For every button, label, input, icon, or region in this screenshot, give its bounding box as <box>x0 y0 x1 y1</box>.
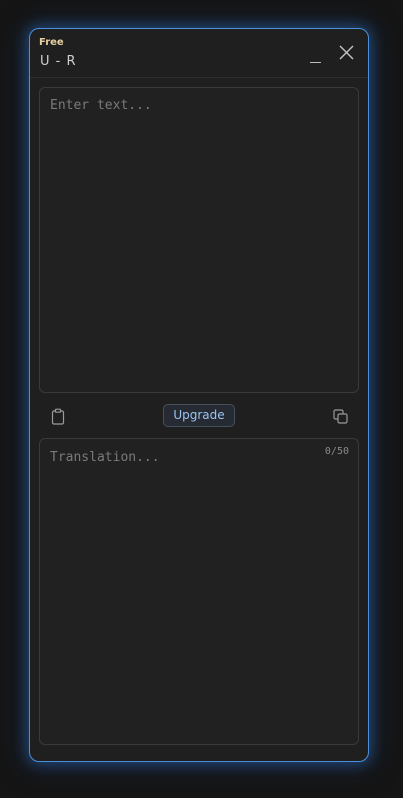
close-icon <box>339 45 354 60</box>
copy-icon <box>333 409 348 424</box>
plan-badge: Free <box>39 37 64 48</box>
minimize-icon <box>310 62 321 63</box>
copy-button[interactable] <box>332 408 350 426</box>
close-button[interactable] <box>337 43 357 63</box>
translation-output-box: Translation... 0/50 <box>39 438 359 745</box>
translation-output: Translation... <box>50 450 160 465</box>
source-text-input[interactable] <box>40 88 358 392</box>
minimize-button[interactable] <box>307 51 327 71</box>
source-text-box <box>39 87 359 393</box>
upgrade-button[interactable]: Upgrade <box>163 404 235 427</box>
translator-window: Free U - R Upgrade <box>29 28 369 762</box>
title-bar: Free U - R <box>30 29 368 78</box>
action-toolbar: Upgrade <box>30 401 368 431</box>
character-count: 0/50 <box>324 446 349 457</box>
clipboard-icon <box>51 408 65 425</box>
paste-button[interactable] <box>50 408 66 426</box>
language-pair-selector[interactable]: U - R <box>40 54 77 69</box>
